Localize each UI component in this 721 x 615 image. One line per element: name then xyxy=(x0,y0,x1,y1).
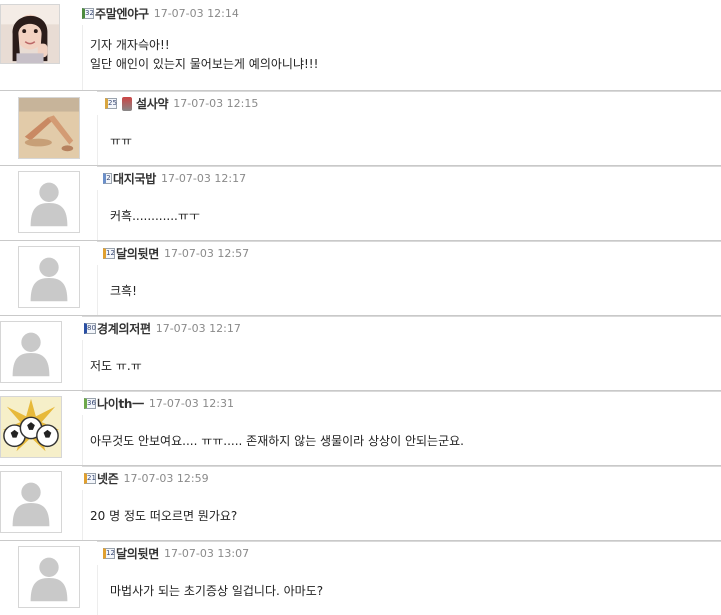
comment-header: 32 주말엔야구 17-07-03 12:14 xyxy=(82,1,721,25)
comment-text-line: ㅠㅠ xyxy=(110,134,133,148)
user-avatar[interactable] xyxy=(18,171,80,233)
comment-reply-item: 2 대지국밥 17-07-03 12:17 커흑............ㅠㅜ xyxy=(0,166,721,241)
comment-header: 21 넷즌 17-07-03 12:59 xyxy=(82,466,721,490)
nickname-link[interactable]: 주말엔야구 xyxy=(95,5,149,22)
comment-header: 80 경계의저편 17-07-03 12:17 xyxy=(82,316,721,340)
nickname-link[interactable]: 달의뒷면 xyxy=(116,245,159,262)
level-icon: 12 xyxy=(103,548,115,559)
level-icon: 32 xyxy=(82,7,94,19)
comment-body: 마법사가 되는 초기증상 일겁니다. 아마도? xyxy=(97,565,721,615)
comment-text-line: 기자 개자슥아!! xyxy=(90,38,170,52)
level-icon: 12 xyxy=(103,248,115,259)
comment-text-line: 크흑! xyxy=(110,284,137,298)
comment-header: 12 달의뒷면 17-07-03 12:57 xyxy=(97,241,721,265)
comment-time: 17-07-03 12:57 xyxy=(163,247,250,260)
comment-time: 17-07-03 13:07 xyxy=(163,547,250,560)
level-icon: 36 xyxy=(84,398,96,409)
woman-photo-icon xyxy=(1,5,59,63)
comment-text-line: 20 명 정도 떠오르면 뭔가요? xyxy=(90,509,238,523)
comment-reply-item: 25 설사약 17-07-03 12:15 ㅠㅠ xyxy=(0,91,721,166)
comment-body: 20 명 정도 떠오르면 뭔가요? xyxy=(82,490,721,541)
comment-body: ㅠㅠ xyxy=(97,115,721,166)
beach-photo-icon xyxy=(19,98,79,158)
user-avatar[interactable] xyxy=(0,471,62,533)
soccer-balls-icon xyxy=(1,397,61,457)
nickname-link[interactable]: 대지국밥 xyxy=(113,170,156,187)
level-icon: 21 xyxy=(84,473,96,484)
comment-body: 커흑............ㅠㅜ xyxy=(97,190,721,241)
comment-header: 12 달의뒷면 17-07-03 13:07 xyxy=(97,541,721,565)
level-icon: 2 xyxy=(103,173,112,184)
default-user-icon xyxy=(1,472,61,532)
comment-text-line: 저도 ㅠ.ㅠ xyxy=(90,359,142,373)
comment-item: 80 경계의저편 17-07-03 12:17 저도 ㅠ.ㅠ xyxy=(0,316,721,391)
comment-body: 크흑! xyxy=(97,265,721,316)
default-user-icon xyxy=(19,547,79,607)
comment-time: 17-07-03 12:17 xyxy=(155,322,241,335)
comment-time: 17-07-03 12:14 xyxy=(153,6,239,20)
level-icon: 80 xyxy=(84,323,96,334)
comment-item: 36 나이th一 17-07-03 12:31 아무것도 안보여요.... ㅠㅠ… xyxy=(0,391,721,466)
user-badge-icon xyxy=(122,96,132,111)
comment-time: 17-07-03 12:31 xyxy=(148,397,235,410)
nickname-link[interactable]: 넷즌 xyxy=(97,470,119,487)
comment-item: 32 주말엔야구 17-07-03 12:14 기자 개자슥아!! 일단 애인이… xyxy=(0,0,721,91)
comment-reply-item: 12 달의뒷면 17-07-03 13:07 마법사가 되는 초기증상 일겁니다… xyxy=(0,541,721,615)
default-user-icon xyxy=(1,322,61,382)
comment-body: 저도 ㅠ.ㅠ xyxy=(82,340,721,391)
user-avatar[interactable] xyxy=(18,97,80,159)
comment-header: 36 나이th一 17-07-03 12:31 xyxy=(82,391,721,415)
user-avatar[interactable] xyxy=(18,246,80,308)
comment-header: 25 설사약 17-07-03 12:15 xyxy=(97,91,721,115)
comment-text-line: 커흑............ㅠㅜ xyxy=(110,209,200,223)
comment-item: 21 넷즌 17-07-03 12:59 20 명 정도 떠오르면 뭔가요? xyxy=(0,466,721,541)
level-icon: 25 xyxy=(105,98,117,109)
nickname-link[interactable]: 나이th一 xyxy=(97,395,144,412)
comment-time: 17-07-03 12:15 xyxy=(173,97,259,110)
user-avatar[interactable] xyxy=(0,321,62,383)
user-avatar[interactable] xyxy=(18,546,80,608)
comment-text-line: 마법사가 되는 초기증상 일겁니다. 아마도? xyxy=(110,584,324,598)
nickname-link[interactable]: 경계의저편 xyxy=(97,320,151,337)
default-user-icon xyxy=(19,247,79,307)
nickname-link[interactable]: 설사약 xyxy=(136,95,169,112)
comment-text-line: 일단 애인이 있는지 물어보는게 예의아니냐!!! xyxy=(90,57,319,71)
user-avatar[interactable] xyxy=(0,4,60,64)
user-avatar[interactable] xyxy=(0,396,62,458)
comment-body: 아무것도 안보여요.... ㅠㅠ..... 존재하지 않는 생물이라 상상이 안… xyxy=(82,415,721,466)
comment-time: 17-07-03 12:59 xyxy=(123,472,209,485)
comment-body: 기자 개자슥아!! 일단 애인이 있는지 물어보는게 예의아니냐!!! xyxy=(82,25,721,91)
comment-reply-item: 12 달의뒷면 17-07-03 12:57 크흑! xyxy=(0,241,721,316)
comment-time: 17-07-03 12:17 xyxy=(160,172,247,185)
default-user-icon xyxy=(19,172,79,232)
nickname-link[interactable]: 달의뒷면 xyxy=(116,545,159,562)
comment-header: 2 대지국밥 17-07-03 12:17 xyxy=(97,166,721,190)
comment-text-line: 아무것도 안보여요.... ㅠㅠ..... 존재하지 않는 생물이라 상상이 안… xyxy=(90,434,464,448)
